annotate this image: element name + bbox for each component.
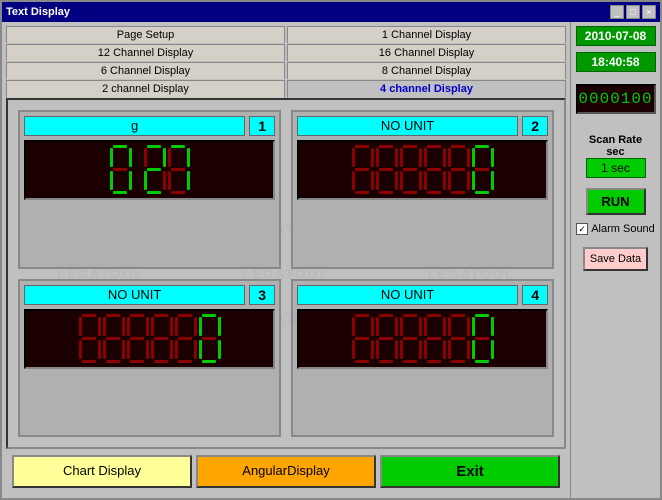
tab-row-3: 6 Channel Display 8 Channel Display xyxy=(6,62,566,79)
main-area: Page Setup 1 Channel Display 12 Channel … xyxy=(2,22,660,498)
digit xyxy=(400,145,422,195)
channel-3-box: NO UNIT 3 xyxy=(18,279,281,438)
tab-4-channel[interactable]: 4 channel Display xyxy=(287,80,566,98)
channel-4-header: NO UNIT 4 xyxy=(297,285,548,305)
channel-1-box: g 1 xyxy=(18,110,281,269)
digit xyxy=(400,314,422,364)
channel-2-display xyxy=(297,140,548,200)
tab-page-setup[interactable]: Page Setup xyxy=(6,26,285,43)
tab-8-channel[interactable]: 8 Channel Display xyxy=(287,62,566,79)
save-data-button[interactable]: Save Data xyxy=(583,247,648,271)
tab-row-2: 12 Channel Display 16 Channel Display xyxy=(6,44,566,61)
tab-16-channel[interactable]: 16 Channel Display xyxy=(287,44,566,61)
minimize-button[interactable]: _ xyxy=(610,5,624,19)
digit xyxy=(127,314,149,364)
digit xyxy=(376,314,398,364)
channel-2-num: 2 xyxy=(522,116,548,136)
tab-row-4: 2 channel Display 4 channel Display xyxy=(6,80,566,98)
digit xyxy=(151,314,173,364)
window-controls: _ □ × xyxy=(610,5,656,19)
channel-3-display xyxy=(24,309,275,369)
counter-value: 0000100 xyxy=(578,90,652,108)
digit xyxy=(352,314,374,364)
angular-display-button[interactable]: AngularDisplay xyxy=(196,455,376,488)
tab-2-channel[interactable]: 2 channel Display xyxy=(6,80,285,98)
scan-rate-value[interactable]: 1 sec xyxy=(586,158,646,178)
digit xyxy=(448,314,470,364)
date-display: 2010-07-08 xyxy=(576,26,656,46)
exit-button[interactable]: Exit xyxy=(380,455,560,488)
digit xyxy=(103,314,125,364)
channel-3-num: 3 xyxy=(249,285,275,305)
alarm-sound-section: ✓ Alarm Sound xyxy=(576,223,655,235)
maximize-button[interactable]: □ xyxy=(626,5,640,19)
bottom-bar: Chart Display AngularDisplay Exit xyxy=(6,449,566,494)
digit xyxy=(199,314,221,364)
digit xyxy=(352,145,374,195)
channel-1-display xyxy=(24,140,275,200)
channel-1-unit: g xyxy=(24,116,245,136)
digit xyxy=(144,145,166,195)
channel-3-unit: NO UNIT xyxy=(24,285,245,305)
channel-4-unit: NO UNIT xyxy=(297,285,518,305)
run-button[interactable]: RUN xyxy=(586,188,646,215)
digit xyxy=(448,145,470,195)
digit xyxy=(424,145,446,195)
digit xyxy=(175,314,197,364)
digit xyxy=(472,145,494,195)
digit xyxy=(110,145,132,195)
channel-4-display xyxy=(297,309,548,369)
digit xyxy=(376,145,398,195)
channel-3-header: NO UNIT 3 xyxy=(24,285,275,305)
close-button[interactable]: × xyxy=(642,5,656,19)
channel-4-num: 4 xyxy=(522,285,548,305)
title-bar: Text Display _ □ × xyxy=(2,2,660,22)
main-window: Text Display _ □ × Page Setup 1 Channel … xyxy=(0,0,662,500)
channel-4-box: NO UNIT 4 xyxy=(291,279,554,438)
content-area: LEGATOOLLEGATOOLLEGATOOL LEGATOOLLEGATOO… xyxy=(6,98,566,449)
time-display: 18:40:58 xyxy=(576,52,656,72)
digit xyxy=(168,145,190,195)
digit xyxy=(79,314,101,364)
channel-2-header: NO UNIT 2 xyxy=(297,116,548,136)
scan-rate-label: Scan Rate sec xyxy=(586,134,646,158)
alarm-sound-checkbox[interactable]: ✓ xyxy=(576,223,588,235)
channel-2-box: NO UNIT 2 xyxy=(291,110,554,269)
tab-row-1: Page Setup 1 Channel Display xyxy=(6,26,566,43)
channel-2-unit: NO UNIT xyxy=(297,116,518,136)
tab-1-channel[interactable]: 1 Channel Display xyxy=(287,26,566,43)
digit xyxy=(472,314,494,364)
alarm-sound-label: Alarm Sound xyxy=(591,223,655,235)
channel-1-header: g 1 xyxy=(24,116,275,136)
digit xyxy=(134,145,142,195)
right-panel: 2010-07-08 18:40:58 0000100 Scan Rate se… xyxy=(570,22,660,498)
channel-1-num: 1 xyxy=(249,116,275,136)
scan-rate-section: Scan Rate sec 1 sec xyxy=(586,130,646,178)
left-panel: Page Setup 1 Channel Display 12 Channel … xyxy=(2,22,570,498)
tabs-area: Page Setup 1 Channel Display 12 Channel … xyxy=(6,26,566,98)
digit xyxy=(424,314,446,364)
chart-display-button[interactable]: Chart Display xyxy=(12,455,192,488)
tab-6-channel[interactable]: 6 Channel Display xyxy=(6,62,285,79)
channels-grid: g 1 xyxy=(8,100,564,447)
counter-display: 0000100 xyxy=(576,84,656,114)
tab-12-channel[interactable]: 12 Channel Display xyxy=(6,44,285,61)
window-title: Text Display xyxy=(6,6,70,18)
